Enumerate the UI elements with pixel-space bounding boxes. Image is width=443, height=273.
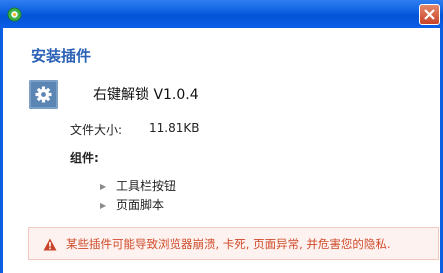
gear-icon <box>29 80 58 109</box>
list-item: ▶ 工具栏按钮 <box>100 177 176 196</box>
window-frame-left <box>0 28 3 273</box>
list-item: ▶ 页面脚本 <box>100 196 176 215</box>
warning-banner: 某些插件可能导致浏览器崩溃, 卡死, 页面异常, 并危害您的隐私. <box>28 227 439 260</box>
bullet-arrow-icon: ▶ <box>100 201 107 210</box>
warning-triangle-icon <box>43 236 57 255</box>
plugin-name: 右键解锁 V1.0.4 <box>93 87 199 103</box>
dialog-heading: 安装插件 <box>31 47 92 65</box>
component-label: 工具栏按钮 <box>116 179 177 193</box>
close-icon <box>424 9 435 20</box>
components-label: 组件: <box>70 151 99 165</box>
file-size-label: 文件大小: <box>70 123 123 137</box>
bullet-arrow-icon: ▶ <box>100 182 107 191</box>
close-button[interactable] <box>419 4 440 25</box>
warning-text: 某些插件可能导致浏览器崩溃, 卡死, 页面异常, 并危害您的隐私. <box>66 237 391 251</box>
component-label: 页面脚本 <box>116 198 165 212</box>
file-size-row: 文件大小: 11.81KB <box>70 121 199 138</box>
title-bar[interactable] <box>0 0 443 28</box>
components-list: ▶ 工具栏按钮 ▶ 页面脚本 <box>100 177 176 215</box>
install-plugin-dialog: 安装插件 右键解锁 V1.0.4 文件大小: 11.81KB 组件: ▶ 工具栏按… <box>0 0 443 273</box>
file-size-value: 11.81KB <box>149 121 200 135</box>
browser-app-icon <box>7 7 22 22</box>
